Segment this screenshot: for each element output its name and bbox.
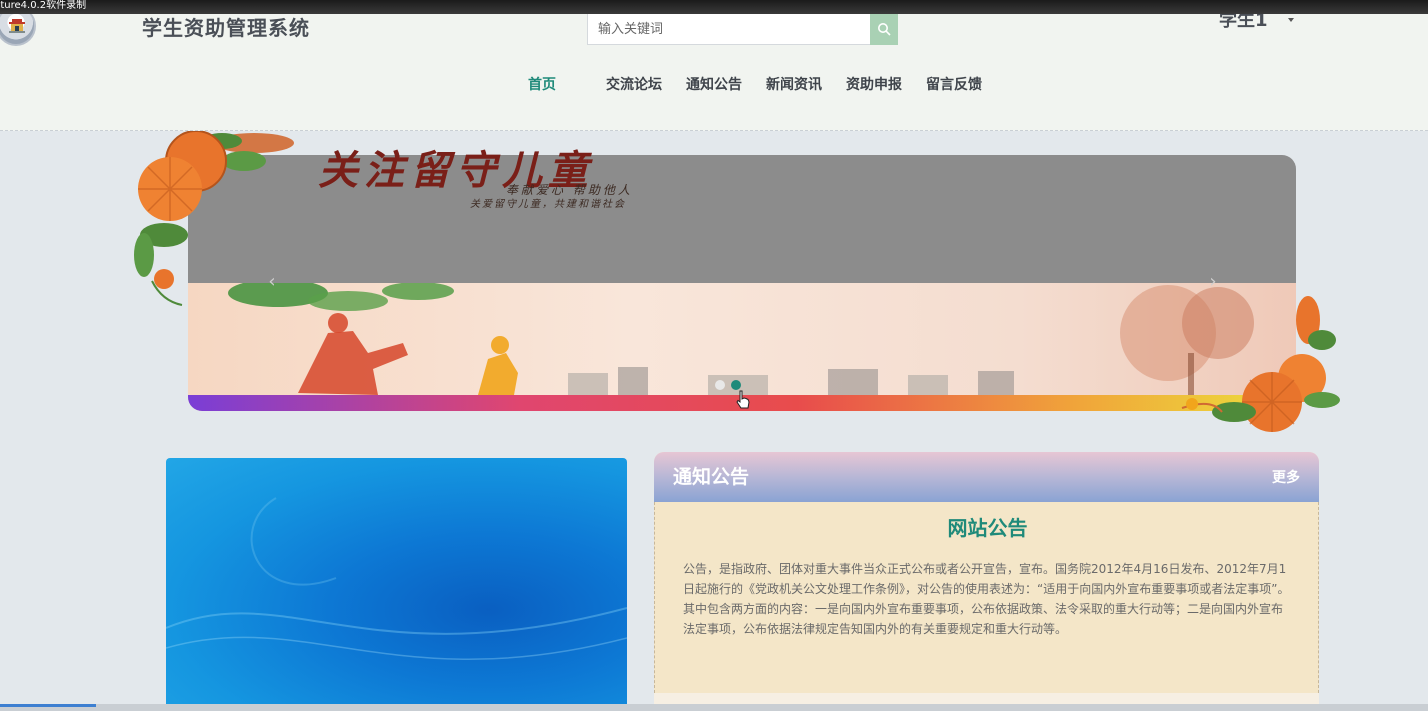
nav-item-home[interactable]: 首页 <box>516 73 568 97</box>
nav-item-forum[interactable]: 交流论坛 <box>594 73 674 97</box>
main-nav: 首页 交流论坛 通知公告 新闻资讯 资助申报 留言反馈 <box>516 73 994 97</box>
search-input[interactable] <box>587 13 870 45</box>
flower-decoration-left <box>134 131 294 306</box>
scrollbar-thumb[interactable] <box>0 704 96 707</box>
notice-more-link[interactable]: 更多 <box>1272 468 1300 488</box>
horizontal-scrollbar[interactable] <box>0 704 1428 711</box>
notice-body: 网站公告 公告，是指政府、团体对重大事件当众正式公布或者公开宣告，宣布。国务院2… <box>654 502 1319 693</box>
nav-item-feedback[interactable]: 留言反馈 <box>914 73 994 97</box>
carousel-dot-1[interactable] <box>715 380 725 390</box>
banner-subtitle: 奉献爱心 帮助他人 <box>506 183 633 197</box>
chevron-right-icon[interactable]: › <box>1203 272 1223 292</box>
banner-subtitle-2: 关爱留守儿童，共建和谐社会 <box>470 199 626 210</box>
flower-decoration-right <box>1181 296 1340 432</box>
search-bar <box>587 13 898 45</box>
notice-header: 通知公告 更多 <box>654 452 1319 502</box>
media-panel <box>166 458 627 711</box>
nav-item-aid-application[interactable]: 资助申报 <box>834 73 914 97</box>
notice-panel: 通知公告 更多 网站公告 公告，是指政府、团体对重大事件当众正式公布或者公开宣告… <box>654 452 1319 711</box>
search-button[interactable] <box>870 13 898 45</box>
notice-heading[interactable]: 网站公告 <box>655 514 1319 542</box>
carousel-dot-2[interactable] <box>731 380 741 390</box>
wave-background <box>166 497 627 661</box>
search-icon <box>878 23 891 36</box>
site-title: 学生资助管理系统 <box>142 16 310 40</box>
recorder-bar <box>0 0 1428 14</box>
nav-item-news[interactable]: 新闻资讯 <box>754 73 834 97</box>
recorder-watermark: pture4.0.2软件录制 <box>0 0 87 11</box>
nav-item-notices[interactable]: 通知公告 <box>674 73 754 97</box>
hand-cursor-icon <box>736 390 750 409</box>
temple-icon <box>9 19 25 33</box>
notice-title: 通知公告 <box>673 466 750 488</box>
site-header: 学生资助管理系统 学生1 首页 交流论坛 通知公告 新闻资讯 资助申报 留言反馈 <box>0 0 1428 131</box>
notice-text: 公告，是指政府、团体对重大事件当众正式公布或者公开宣告，宣布。国务院2012年4… <box>683 562 1290 636</box>
chevron-down-icon[interactable] <box>1288 18 1294 22</box>
